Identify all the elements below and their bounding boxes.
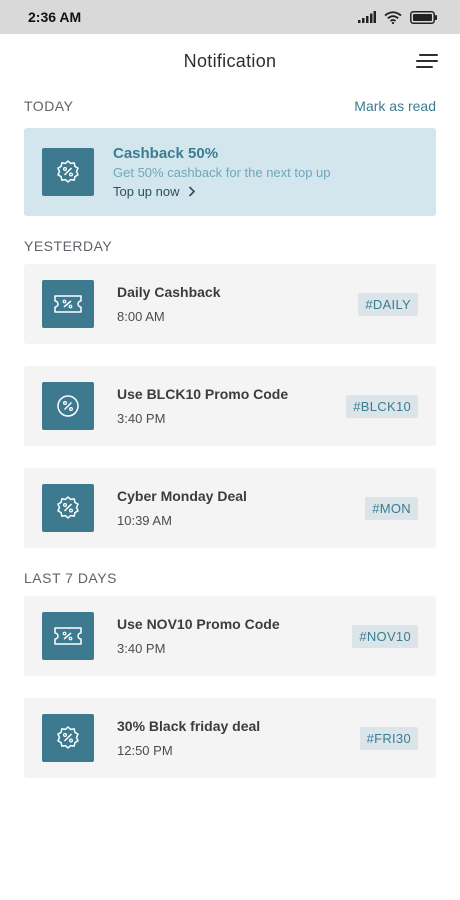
section-title-last-7-days: LAST 7 DAYS	[24, 570, 117, 586]
notification-time: 3:40 PM	[117, 411, 166, 426]
top-up-now-link[interactable]: Top up now	[113, 184, 331, 199]
notification-text: Daily Cashback 8:00 AM	[117, 284, 358, 324]
section-today: TODAY Mark as read	[0, 92, 460, 120]
notification-tag: #NOV10	[352, 624, 418, 648]
section-title-today: TODAY	[24, 98, 74, 114]
page-title: Notification	[183, 50, 277, 71]
notification-text: Use NOV10 Promo Code 3:40 PM	[117, 616, 352, 656]
notification-icon-box	[42, 382, 94, 430]
menu-icon[interactable]	[416, 52, 438, 70]
hero-subtitle: Get 50% cashback for the next top up	[113, 165, 331, 180]
discount-badge-icon	[57, 160, 79, 183]
discount-badge-icon	[57, 726, 79, 749]
notification-item[interactable]: Use BLCK10 Promo Code 3:40 PM #BLCK10	[24, 366, 436, 446]
hero-icon-box	[42, 148, 94, 196]
hero-title: Cashback 50%	[113, 145, 219, 162]
notification-icon-box	[42, 280, 94, 328]
notification-tag: #FRI30	[359, 726, 418, 750]
notification-text: Use BLCK10 Promo Code 3:40 PM	[117, 386, 346, 426]
coupon-icon	[54, 627, 82, 645]
notification-icon-box	[42, 714, 94, 762]
notification-item[interactable]: 30% Black friday deal 12:50 PM #FRI30	[24, 698, 436, 778]
notification-tag: #BLCK10	[346, 394, 418, 418]
section-title-yesterday: YESTERDAY	[24, 238, 113, 254]
status-bar: 2:36 AM	[0, 0, 460, 34]
status-time: 2:36 AM	[28, 9, 82, 25]
notification-time: 12:50 PM	[117, 743, 173, 758]
mark-as-read-link[interactable]: Mark as read	[354, 98, 436, 114]
top-up-now-label: Top up now	[113, 184, 180, 199]
percent-circle-icon	[57, 395, 79, 417]
notification-title: Use NOV10 Promo Code	[117, 616, 280, 632]
notification-text: Cyber Monday Deal 10:39 AM	[117, 488, 365, 528]
section-yesterday: YESTERDAY	[0, 228, 460, 264]
notification-title: Cyber Monday Deal	[117, 488, 247, 504]
coupon-icon	[54, 295, 82, 313]
notification-text: 30% Black friday deal 12:50 PM	[117, 718, 360, 758]
hero-text: Cashback 50% Get 50% cashback for the ne…	[113, 145, 331, 199]
notification-tag: #MON	[365, 496, 418, 520]
discount-badge-icon	[57, 496, 79, 519]
section-last-7-days: LAST 7 DAYS	[0, 560, 460, 596]
notification-title: 30% Black friday deal	[117, 718, 261, 734]
notification-icon-box	[42, 484, 94, 532]
notification-time: 3:40 PM	[117, 641, 166, 656]
notification-title: Use BLCK10 Promo Code	[117, 386, 289, 402]
battery-icon	[410, 10, 437, 24]
status-icons	[358, 10, 438, 24]
notification-tag: #DAILY	[358, 292, 418, 316]
notification-time: 8:00 AM	[117, 309, 165, 324]
notification-item[interactable]: Daily Cashback 8:00 AM #DAILY	[24, 264, 436, 344]
signal-icon	[358, 11, 376, 23]
notification-item[interactable]: Cyber Monday Deal 10:39 AM #MON	[24, 468, 436, 548]
notification-item[interactable]: Use NOV10 Promo Code 3:40 PM #NOV10	[24, 596, 436, 676]
cashback-hero-card[interactable]: Cashback 50% Get 50% cashback for the ne…	[24, 128, 436, 216]
chevron-right-icon	[188, 186, 195, 197]
notification-icon-box	[42, 612, 94, 660]
notification-time: 10:39 AM	[117, 513, 172, 528]
app-header: Notification	[0, 34, 460, 88]
notification-title: Daily Cashback	[117, 284, 221, 300]
wifi-icon	[384, 10, 402, 24]
